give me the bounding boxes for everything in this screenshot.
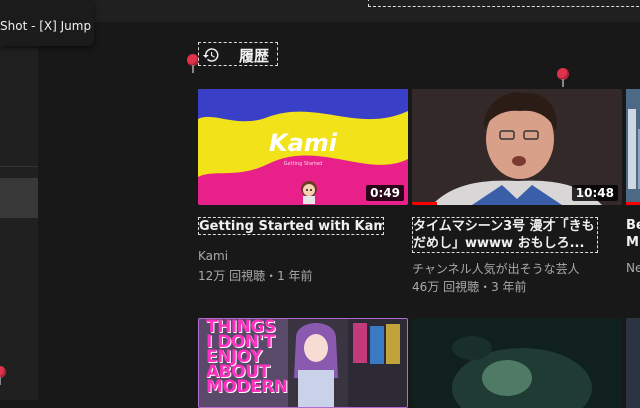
thumbnail-caption: THINGS I DON'T ENJOY ABOUT MODERN xyxy=(206,318,288,397)
video-title[interactable]: タイムマシーン3号 漫才「きもだめし」wwww おもしろ... xyxy=(412,217,598,253)
channel-name-partial[interactable]: Ne xyxy=(626,261,640,275)
sidebar xyxy=(0,0,38,400)
map-pin-icon xyxy=(557,68,569,88)
shortcut-tooltip: Shot - [X] Jump xyxy=(0,0,94,46)
video-thumbnail[interactable] xyxy=(412,318,622,408)
section-title: 履歴 xyxy=(239,47,270,65)
video-title-partial[interactable]: Be M xyxy=(626,217,640,251)
thumbnail-subtitle: Getting Started xyxy=(283,161,323,167)
video-thumbnail-partial[interactable] xyxy=(626,318,640,408)
channel-name[interactable]: チャンネル人気が出そうな芸人 xyxy=(412,260,580,277)
sidebar-divider xyxy=(0,166,38,167)
video-thumbnail[interactable]: THINGS I DON'T ENJOY ABOUT MODERN xyxy=(198,318,408,408)
video-title[interactable]: Getting Started with Kami xyxy=(198,217,384,235)
channel-name[interactable]: Kami xyxy=(198,249,228,263)
video-thumbnail[interactable]: Kami Getting Started 0:49 xyxy=(198,89,408,205)
watch-progress-bar xyxy=(412,202,437,205)
search-box-outline[interactable] xyxy=(368,0,640,7)
tooltip-text: Shot - [X] Jump xyxy=(0,19,92,33)
avatar-icon xyxy=(301,181,317,204)
sidebar-item-selected[interactable] xyxy=(0,178,38,218)
video-duration: 0:49 xyxy=(366,185,404,201)
video-thumbnail[interactable]: 10:48 xyxy=(412,89,622,205)
video-meta: 46万 回視聴・3 年前 xyxy=(412,280,527,294)
map-pin-icon xyxy=(0,366,6,386)
thumbnail-logo: Kami xyxy=(268,129,338,157)
video-duration: 10:48 xyxy=(571,185,618,201)
section-header-history[interactable]: 履歴 xyxy=(198,42,278,66)
video-meta: 12万 回視聴・1 年前 xyxy=(198,269,313,283)
history-icon xyxy=(202,48,219,62)
video-thumbnail-partial[interactable] xyxy=(626,89,640,209)
